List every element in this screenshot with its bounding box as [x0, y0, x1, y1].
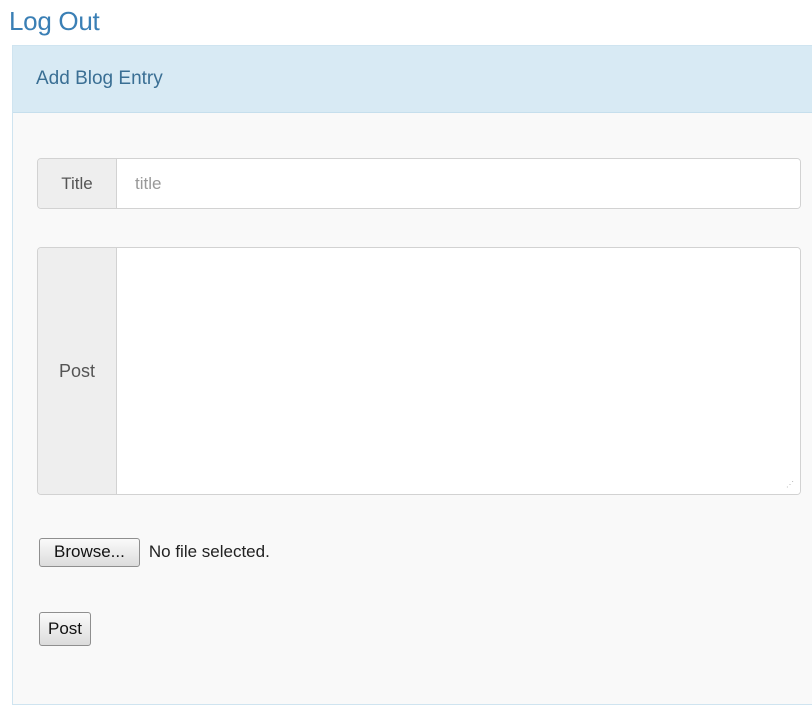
post-field-label: Post — [38, 248, 117, 494]
title-input-group: Title — [37, 158, 801, 209]
file-status-text: No file selected. — [148, 542, 270, 561]
title-input[interactable] — [117, 159, 800, 208]
file-upload-row: Browse... No file selected. — [39, 537, 270, 567]
resize-grip-icon[interactable]: ⋰ — [786, 481, 794, 489]
post-submit-button[interactable]: Post — [39, 612, 92, 646]
panel-title: Add Blog Entry — [36, 68, 163, 89]
title-field-label: Title — [38, 159, 117, 208]
logout-link[interactable]: Log Out — [9, 4, 100, 38]
panel-heading: Add Blog Entry — [13, 46, 812, 113]
browse-button[interactable]: Browse... — [39, 537, 140, 567]
post-textarea[interactable] — [117, 248, 800, 494]
post-input-group: Post ⋰ — [37, 247, 801, 495]
add-blog-entry-panel: Add Blog Entry Title Post ⋰ Browse... No… — [12, 45, 812, 705]
